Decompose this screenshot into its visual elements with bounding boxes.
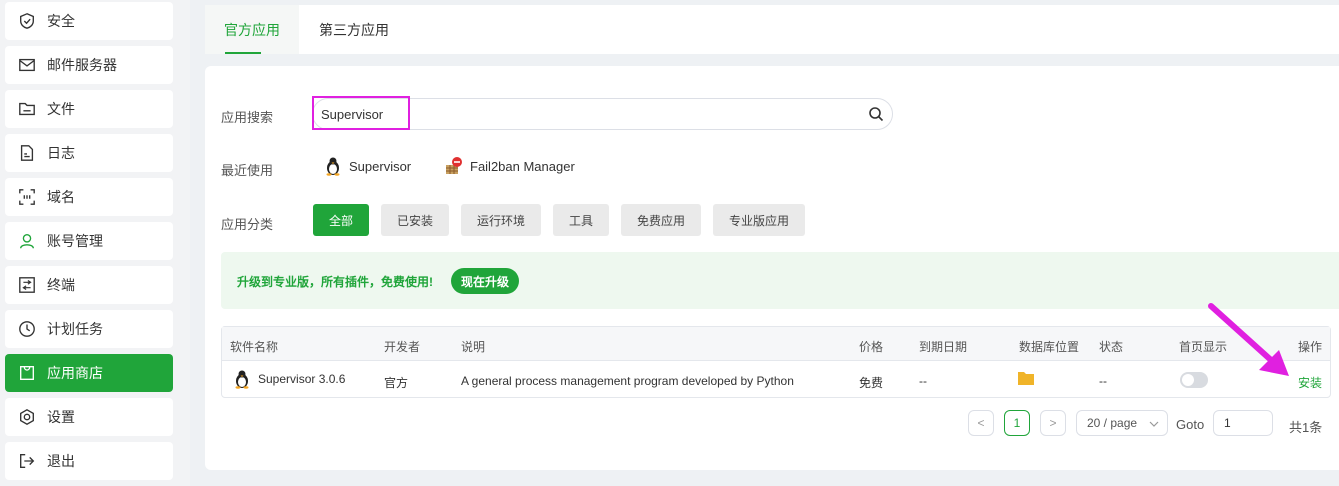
sidebar-item-mail-server[interactable]: 邮件服务器: [5, 46, 173, 84]
category-pro-apps[interactable]: 专业版应用: [713, 204, 806, 236]
column-header-db-location: 数据库位置: [1019, 340, 1080, 354]
clock-icon: [17, 319, 37, 339]
app-name-cell: Supervisor 3.0.6: [232, 369, 345, 389]
recent-item-fail2ban[interactable]: Fail2ban Manager: [444, 156, 575, 176]
sidebar-item-label: 账号管理: [47, 233, 103, 249]
sidebar: 安全 邮件服务器 文件 日志 域名 账号管理 终端 计划任务 应用商店 设置 退…: [0, 0, 190, 486]
column-header-description: 说明: [461, 340, 486, 354]
column-header-status: 状态: [1099, 340, 1124, 354]
tab-label: 第三方应用: [319, 21, 389, 38]
column-header-price: 价格: [859, 340, 884, 354]
app-name: Supervisor 3.0.6: [258, 372, 346, 386]
settings-icon: [17, 407, 37, 427]
sidebar-item-accounts[interactable]: 账号管理: [5, 222, 173, 260]
sidebar-item-label: 文件: [47, 101, 75, 117]
pagination-prev-button[interactable]: <: [968, 410, 994, 436]
sidebar-item-label: 安全: [47, 13, 75, 29]
sidebar-item-scheduled-tasks[interactable]: 计划任务: [5, 310, 173, 348]
recent-item-label: Supervisor: [349, 158, 412, 174]
upgrade-banner-text: 升级到专业版，所有插件，免费使用!: [237, 275, 433, 289]
sidebar-item-label: 域名: [47, 189, 75, 205]
pagination-next-button[interactable]: >: [1040, 410, 1066, 436]
search-highlight-annotation: [312, 96, 410, 130]
tab-official-apps[interactable]: 官方应用: [205, 5, 299, 54]
logout-icon: [17, 451, 37, 471]
search-icon[interactable]: [868, 106, 884, 122]
app-developer: 官方: [384, 376, 409, 390]
sidebar-item-security[interactable]: 安全: [5, 2, 173, 40]
sidebar-item-logout[interactable]: 退出: [5, 442, 173, 480]
app-price: 免费: [859, 376, 884, 390]
folder-icon: [17, 99, 37, 119]
recent-item-supervisor[interactable]: Supervisor: [323, 156, 411, 176]
sidebar-item-label: 退出: [47, 453, 75, 469]
sidebar-item-label: 终端: [47, 277, 75, 293]
page-size-select[interactable]: 20 / page: [1076, 410, 1168, 436]
category-installed[interactable]: 已安装: [381, 204, 450, 236]
folder-icon[interactable]: [1018, 371, 1034, 385]
page-size-value: 20 / page: [1087, 416, 1138, 430]
column-header-name: 软件名称: [230, 340, 279, 354]
tab-active-indicator: [225, 52, 261, 54]
app-table: 软件名称 开发者 说明 价格 到期日期 数据库位置 状态 首页显示 操作 Sup…: [221, 326, 1331, 398]
column-header-expiry: 到期日期: [919, 340, 968, 354]
domain-icon: [17, 187, 37, 207]
fail2ban-icon: [446, 157, 462, 174]
category-free-apps[interactable]: 免费应用: [621, 204, 702, 236]
table-header: 软件名称 开发者 说明 价格 到期日期 数据库位置 状态 首页显示 操作: [222, 327, 1330, 361]
upgrade-banner: 升级到专业版，所有插件，免费使用! 现在升级: [221, 252, 1339, 309]
mail-icon: [17, 55, 37, 75]
tux-icon: [326, 157, 340, 176]
category-tools[interactable]: 工具: [553, 204, 610, 236]
recent-label: 最近使用: [221, 163, 274, 178]
sidebar-item-settings[interactable]: 设置: [5, 398, 173, 436]
goto-label: Goto: [1176, 417, 1205, 432]
column-header-actions: 操作: [1298, 340, 1323, 354]
terminal-icon: [17, 275, 37, 295]
app-description: A general process management program dev…: [461, 374, 794, 388]
upgrade-now-button[interactable]: 现在升级: [451, 268, 520, 294]
store-icon: [17, 363, 37, 383]
sidebar-item-logs[interactable]: 日志: [5, 134, 173, 172]
search-label: 应用搜索: [221, 110, 274, 125]
total-count: 共1条: [1289, 420, 1323, 435]
category-label: 应用分类: [221, 217, 274, 232]
sidebar-item-terminal[interactable]: 终端: [5, 266, 173, 304]
install-link[interactable]: 安装: [1298, 374, 1322, 391]
category-runtime[interactable]: 运行环境: [461, 204, 542, 236]
sidebar-item-label: 设置: [47, 409, 75, 425]
sidebar-item-app-store[interactable]: 应用商店: [5, 354, 173, 392]
goto-page-input[interactable]: [1213, 410, 1273, 436]
column-header-developer: 开发者: [384, 340, 421, 354]
app-status: --: [1099, 374, 1107, 388]
sidebar-item-domains[interactable]: 域名: [5, 178, 173, 216]
homepage-display-toggle[interactable]: [1180, 372, 1208, 388]
column-header-homepage: 首页显示: [1179, 340, 1228, 354]
sidebar-item-label: 日志: [47, 145, 75, 161]
tux-icon: [235, 370, 249, 389]
pagination-page-1[interactable]: 1: [1004, 410, 1030, 436]
user-icon: [17, 231, 37, 251]
log-icon: [17, 143, 37, 163]
sidebar-item-label: 邮件服务器: [47, 57, 117, 73]
app-expiry: --: [919, 374, 927, 388]
sidebar-item-files[interactable]: 文件: [5, 90, 173, 128]
sidebar-item-label: 应用商店: [47, 365, 103, 381]
category-all[interactable]: 全部: [313, 204, 370, 236]
app-store-panel: 应用搜索 最近使用 Supervisor Fail2ban Manager 应用…: [205, 66, 1339, 470]
sidebar-item-label: 计划任务: [47, 321, 103, 337]
tab-label: 官方应用: [224, 21, 280, 38]
tab-third-party-apps[interactable]: 第三方应用: [319, 5, 389, 54]
recent-item-label: Fail2ban Manager: [470, 158, 575, 174]
shield-icon: [17, 11, 37, 31]
chevron-down-icon: [1149, 421, 1159, 427]
tab-bar: 官方应用 第三方应用: [205, 5, 1339, 54]
